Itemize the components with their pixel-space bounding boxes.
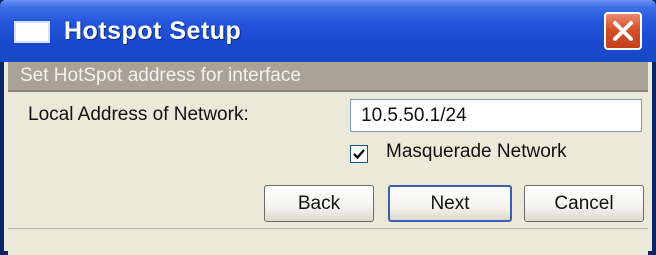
window-icon bbox=[14, 21, 50, 43]
masquerade-network-label: Masquerade Network bbox=[386, 141, 567, 162]
title-bar[interactable]: Hotspot Setup bbox=[0, 0, 656, 62]
close-button[interactable] bbox=[604, 12, 642, 50]
local-address-label: Local Address of Network: bbox=[28, 104, 249, 125]
checkmark-icon bbox=[353, 149, 365, 160]
section-header: Set HotSpot address for interface bbox=[8, 62, 648, 92]
close-icon bbox=[613, 21, 633, 41]
cancel-button[interactable]: Cancel bbox=[524, 185, 644, 222]
status-bar bbox=[8, 229, 648, 255]
back-button[interactable]: Back bbox=[264, 185, 374, 222]
local-address-input[interactable] bbox=[350, 99, 642, 132]
window-title: Hotspot Setup bbox=[64, 17, 242, 45]
hotspot-setup-dialog: Hotspot Setup Set HotSpot address for in… bbox=[0, 0, 656, 255]
next-button[interactable]: Next bbox=[388, 185, 512, 222]
section-heading: Set HotSpot address for interface bbox=[20, 65, 301, 86]
checkbox-box[interactable] bbox=[350, 145, 368, 163]
